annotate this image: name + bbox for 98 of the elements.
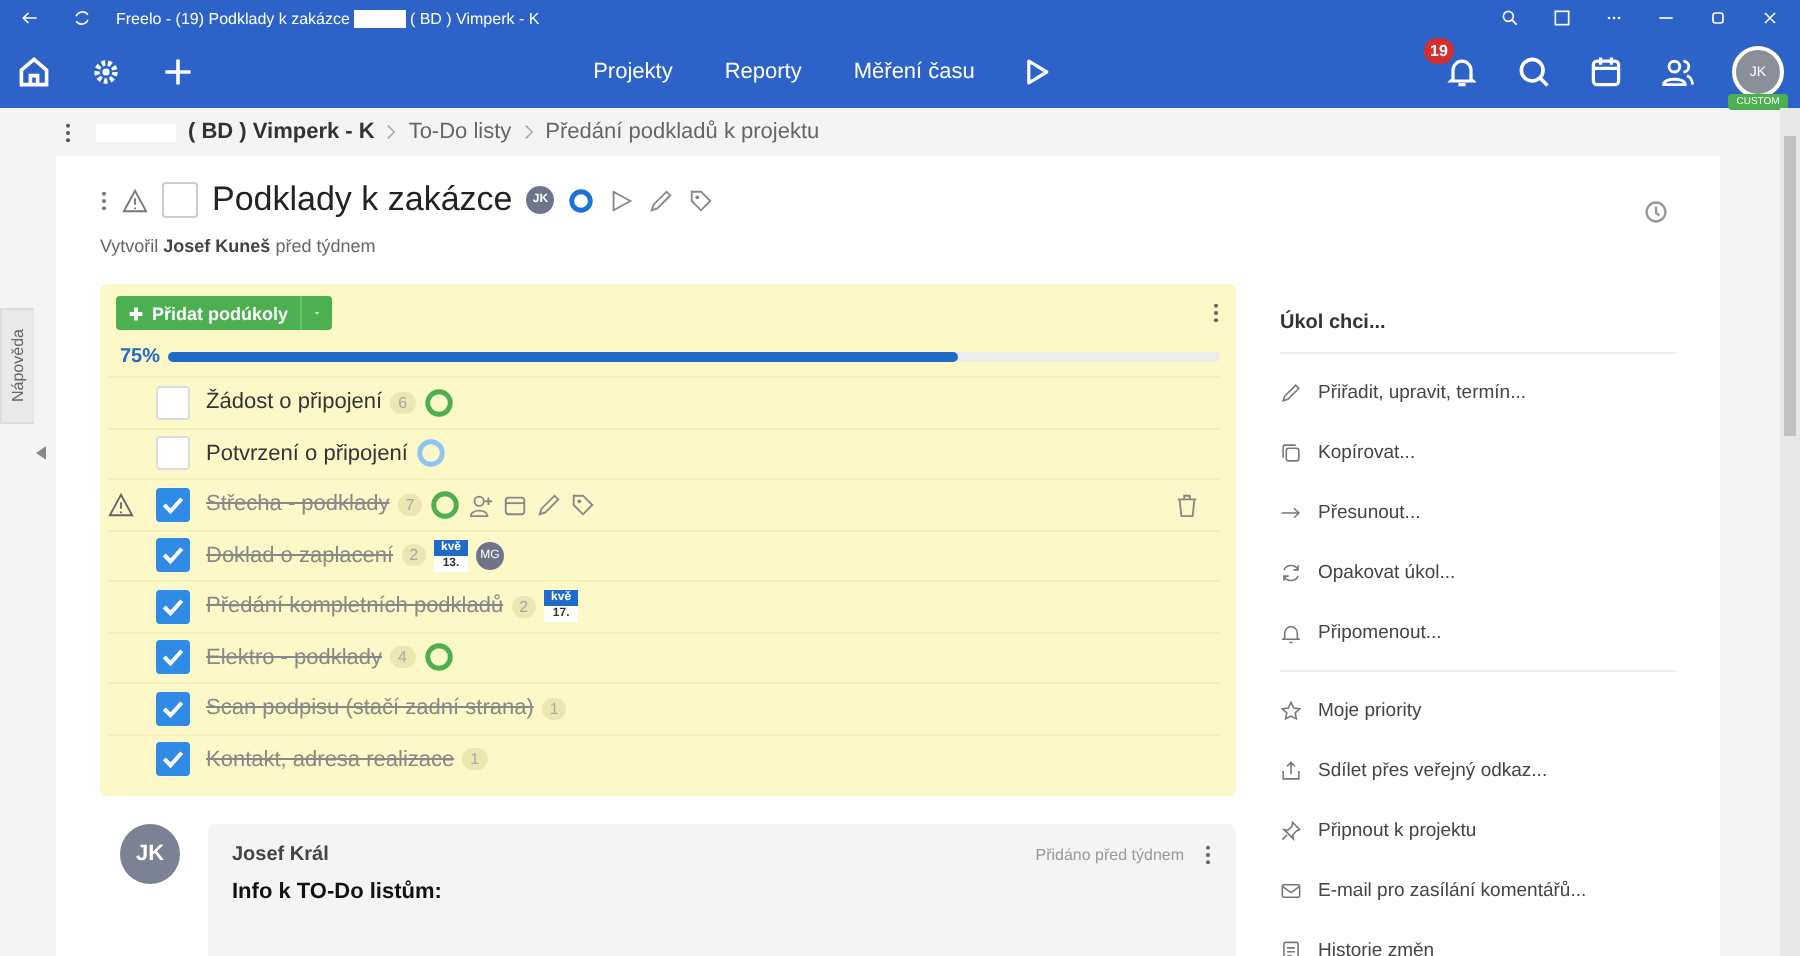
back-icon[interactable] [20,8,40,28]
kebab-icon[interactable] [1204,844,1212,866]
pin-icon [1280,819,1302,841]
comment-count: 2 [401,544,427,567]
plus-icon [128,305,144,321]
redaction-mark [353,9,406,27]
comment-count: 2 [511,595,537,618]
scrollbar[interactable] [1780,108,1800,956]
pencil-icon[interactable] [536,491,563,518]
chevron-icon [386,124,397,140]
help-tab[interactable]: Nápověda [0,308,34,424]
maximize-icon[interactable] [1708,8,1728,28]
subtask-checkbox[interactable] [156,691,190,726]
history-icon[interactable] [1644,200,1668,224]
add-user-icon[interactable] [468,491,495,518]
comment-time: Přidáno před týdnem [1035,846,1184,864]
subtask-checkbox[interactable] [156,487,190,522]
breadcrumb-link[interactable]: To-Do listy [408,120,512,144]
subtask-name[interactable]: Scan podpisu (stačí zadní strana) [206,696,534,721]
settings-icon[interactable] [88,54,124,90]
nav-link[interactable]: Projekty [593,60,673,84]
subtask-name[interactable]: Předání kompletních podkladů [206,594,504,619]
comment-count: 1 [462,748,488,771]
pencil-icon [1280,381,1302,403]
dropdown-button[interactable] [300,296,333,330]
search-icon[interactable] [1516,54,1552,90]
task-title: Podklady k zakázce [212,180,513,220]
action-item[interactable]: E-mail pro zasílání komentářů... [1280,860,1676,920]
calendar-icon[interactable] [1588,54,1624,90]
subtask-checkbox[interactable] [156,742,190,777]
action-item[interactable]: Moje priority [1280,680,1676,740]
user-avatar: JK [120,824,180,884]
action-item[interactable]: Přesunout... [1280,482,1676,542]
subtask-name[interactable]: Střecha - podklady [206,492,390,517]
action-item[interactable]: Sdílet přes veřejný odkaz... [1280,740,1676,800]
task-checkbox[interactable] [162,182,198,218]
kebab-icon[interactable] [64,121,72,143]
calendar-icon[interactable] [502,491,529,518]
add-icon[interactable] [160,54,196,90]
tag-icon[interactable] [688,187,715,213]
close-icon[interactable] [1760,8,1780,28]
actions-title: Úkol chci... [1280,304,1676,354]
comment-heading: Info k TO-Do listům: [232,880,444,904]
window-title: ( BD ) Vimperk - K [409,9,540,27]
status-ring-icon[interactable] [568,187,595,213]
doc-icon [1280,939,1302,956]
play-icon[interactable] [608,187,635,213]
subtask-checkbox[interactable] [156,589,190,624]
tag-icon[interactable] [570,491,597,518]
subtask-checkbox[interactable] [156,640,190,675]
warning-icon[interactable] [122,187,148,213]
window-title: Freelo - (19) Podklady k zakázce [116,9,350,27]
action-item[interactable]: Připomenout... [1280,602,1676,662]
subtask-name[interactable]: Elektro - podklady [206,645,383,670]
status-ring-icon[interactable] [423,642,453,673]
share-icon [1280,759,1302,781]
action-item[interactable]: Opakovat úkol... [1280,542,1676,602]
breadcrumb-link[interactable]: Předání podkladů k projektu [545,120,820,144]
subtask-checkbox[interactable] [156,538,190,573]
subtask-name[interactable]: Kontakt, adresa realizace [206,747,455,772]
progress-label: 75% [120,346,161,368]
comment-count: 7 [397,493,423,516]
subtask-name[interactable]: Žádost o připojení [206,390,383,415]
chevron-icon [523,124,534,140]
status-ring-icon[interactable] [423,387,454,418]
mail-icon [1280,879,1302,901]
kebab-icon[interactable] [100,189,108,211]
subtask-name[interactable]: Doklad o zaplacení [206,543,394,568]
action-item[interactable]: Kopírovat... [1280,422,1676,482]
created-info: Vytvořil Josef Kuneš před týdnem [100,236,378,256]
users-icon[interactable] [1660,54,1696,90]
notification-badge: 19 [1424,38,1454,64]
home-icon[interactable] [16,54,52,90]
star-icon [1280,699,1302,721]
comment-count: 4 [390,646,415,669]
nav-link[interactable]: Měření času [853,60,975,84]
nav-link[interactable]: Reporty [724,60,802,84]
zoom-icon[interactable] [1500,8,1520,28]
copy-icon [1280,441,1302,463]
trash-icon[interactable] [1174,491,1200,518]
action-item[interactable]: Historie změn [1280,920,1676,956]
action-item[interactable]: Přiřadit, upravit, termín... [1280,362,1676,422]
bell-icon [1280,621,1302,643]
breadcrumb-link[interactable]: ( BD ) Vimperk - K [188,120,375,144]
action-item[interactable]: Připnout k projektu [1280,800,1676,860]
refresh-icon[interactable] [72,8,92,28]
kebab-icon[interactable] [1212,302,1220,324]
comment-count: 1 [541,697,567,720]
subtask-name[interactable]: Potvrzení o připojení [206,441,408,466]
status-ring-icon[interactable] [430,489,461,520]
cast-icon[interactable] [1552,8,1572,28]
comment-author: Josef Král [232,844,329,866]
comment-count: 6 [390,391,416,414]
collapse-arrow-icon[interactable] [36,446,46,460]
repeat-icon [1280,561,1302,583]
warning-icon[interactable] [108,491,134,518]
pencil-icon[interactable] [648,187,675,213]
bell-icon[interactable] [1444,54,1480,90]
